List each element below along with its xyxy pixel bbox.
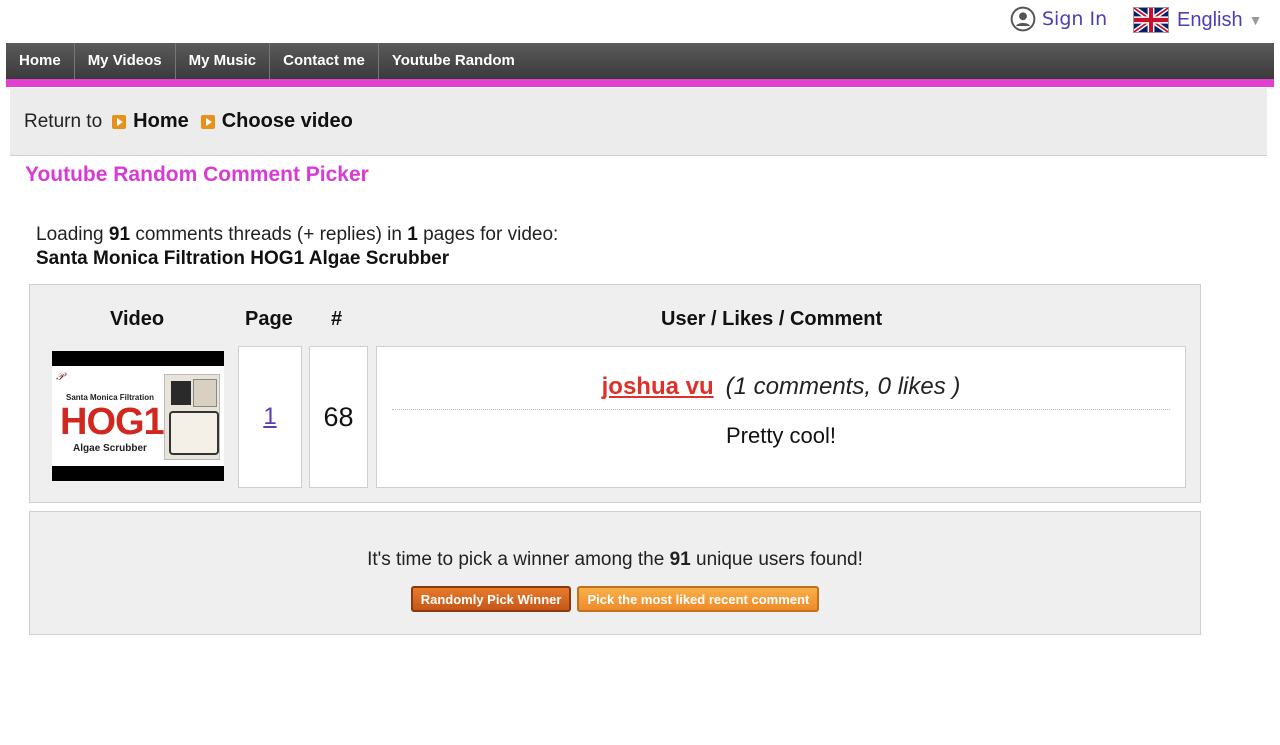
nav-item-home[interactable]: Home xyxy=(6,43,75,79)
page-link[interactable]: 1 xyxy=(263,403,276,431)
top-bar: Sign In English ▼ xyxy=(0,0,1280,42)
header-video: Video xyxy=(110,308,165,330)
page-count: 1 xyxy=(407,224,418,245)
username-link[interactable]: joshua vu xyxy=(602,373,714,400)
header-page: Page xyxy=(245,308,293,330)
language-label: English xyxy=(1177,8,1243,31)
sign-in-link[interactable]: Sign In xyxy=(1010,6,1107,32)
comment-text: Pretty cool! xyxy=(725,423,837,448)
page-cell: 1 xyxy=(238,346,302,488)
loading-text-1: Loading xyxy=(36,224,104,245)
winner-prompt: It's time to pick a winner among the 91 … xyxy=(30,549,1200,571)
thumbnail-logo: 𝒫 xyxy=(56,370,64,383)
divider xyxy=(392,409,1170,410)
accent-bar xyxy=(6,79,1274,87)
caret-down-icon: ▼ xyxy=(1248,12,1263,28)
results-panel: Video Page # User / Likes / Comment 𝒫 Sa… xyxy=(29,284,1201,503)
loading-status: Loading 91 comments threads (+ replies) … xyxy=(36,223,558,271)
comment-cell: joshua vu (1 comments, 0 likes ) Pretty c… xyxy=(376,346,1186,488)
thumbnail-line2: Algae Scrubber xyxy=(73,443,147,454)
comment-number: 68 xyxy=(309,346,368,488)
breadcrumb: Return to Home Choose video xyxy=(10,88,1267,156)
language-selector[interactable]: English ▼ xyxy=(1133,7,1262,33)
header-number: # xyxy=(331,308,343,330)
winner-text-before: It's time to pick a winner among the xyxy=(367,549,665,570)
user-circle-icon xyxy=(1010,6,1036,32)
pick-most-liked-button[interactable]: Pick the most liked recent comment xyxy=(577,586,820,612)
comment-count: 91 xyxy=(108,224,131,245)
randomly-pick-winner-button[interactable]: Randomly Pick Winner xyxy=(410,586,572,612)
video-thumbnail[interactable]: 𝒫 Santa Monica Filtration HOG1 Algae Scr… xyxy=(52,351,224,481)
winner-panel: It's time to pick a winner among the 91 … xyxy=(29,511,1201,635)
nav-item-my-videos[interactable]: My Videos xyxy=(75,43,176,79)
uk-flag-icon xyxy=(1133,7,1169,33)
loading-text-2: comments threads (+ replies) in xyxy=(135,224,402,245)
nav-item-contact-me[interactable]: Contact me xyxy=(270,43,379,79)
breadcrumb-home-link[interactable]: Home xyxy=(133,110,189,133)
user-line: joshua vu (1 comments, 0 likes ) xyxy=(377,373,1185,401)
user-stats: (1 comments, 0 likes ) xyxy=(725,373,961,400)
winner-buttons: Randomly Pick Winner Pick the most liked… xyxy=(30,586,1200,612)
breadcrumb-choose-video-link[interactable]: Choose video xyxy=(222,110,353,133)
video-title: Santa Monica Filtration HOG1 Algae Scrub… xyxy=(36,248,450,269)
loading-text-3: pages for video: xyxy=(423,224,559,245)
main-nav: Home My Videos My Music Contact me Youtu… xyxy=(6,43,1274,79)
unique-user-count: 91 xyxy=(669,549,691,570)
arrow-right-icon xyxy=(112,114,127,129)
thumbnail-big-text: HOG1 xyxy=(60,401,165,443)
nav-item-my-music[interactable]: My Music xyxy=(176,43,271,79)
breadcrumb-prefix: Return to xyxy=(24,110,103,132)
sign-in-label: Sign In xyxy=(1042,8,1108,30)
nav-item-youtube-random[interactable]: Youtube Random xyxy=(379,43,528,79)
arrow-right-icon xyxy=(200,114,215,129)
winner-text-after: unique users found! xyxy=(696,549,863,570)
page-title: Youtube Random Comment Picker xyxy=(25,163,369,186)
thumbnail-image: 𝒫 Santa Monica Filtration HOG1 Algae Scr… xyxy=(52,366,224,466)
header-user-likes-comment: User / Likes / Comment xyxy=(661,308,883,330)
thumbnail-product xyxy=(164,374,220,460)
